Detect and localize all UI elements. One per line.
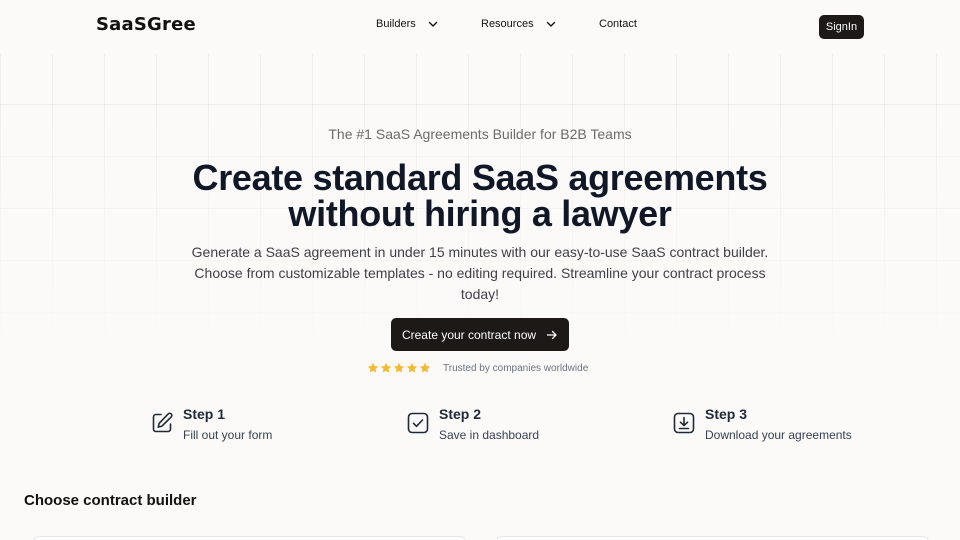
star-icon <box>406 362 418 373</box>
star-icon <box>393 362 405 373</box>
step-desc: Fill out your form <box>183 428 273 442</box>
hero-headline-line1: Create standard SaaS agreements <box>192 157 768 198</box>
builder-card[interactable] <box>33 536 466 540</box>
top-navbar: SaaSGree Builders Resources Contact Sign… <box>0 0 960 54</box>
hero-headline: Create standard SaaS agreements without … <box>0 160 960 232</box>
step-desc: Save in dashboard <box>439 428 540 442</box>
nav-item-resources[interactable]: Resources <box>481 18 556 30</box>
edit-icon <box>152 412 173 433</box>
check-square-icon <box>407 412 429 434</box>
step-3: Step 3 Download your agreements <box>672 405 852 443</box>
step-desc: Download your agreements <box>705 428 852 442</box>
star-icon <box>367 362 379 373</box>
download-icon <box>673 412 695 434</box>
builder-card[interactable] <box>496 536 929 540</box>
trust-text: Trusted by companies worldwide <box>443 362 589 374</box>
signin-button[interactable]: SignIn <box>819 15 864 39</box>
star-icon <box>380 362 392 373</box>
step-text: Step 1 Fill out your form <box>183 405 272 443</box>
nav-item-contact[interactable]: Contact <box>599 18 637 30</box>
chevron-down-icon <box>428 21 437 27</box>
step-1: Step 1 Fill out your form <box>150 405 272 443</box>
step-title: Step 2 <box>439 406 482 422</box>
create-contract-label: Create your contract now <box>401 327 537 342</box>
trust-row: Trusted by companies worldwide <box>367 362 588 374</box>
hero-subtitle: Generate a SaaS agreement in under 15 mi… <box>191 244 769 302</box>
hero-eyebrow: The #1 SaaS Agreements Builder for B2B T… <box>328 126 632 142</box>
nav-item-label: Builders <box>376 18 416 30</box>
hero-headline-line2: without hiring a lawyer <box>288 193 672 234</box>
chevron-down-icon <box>546 21 555 27</box>
nav-item-label: Resources <box>481 18 534 30</box>
nav-item-label: Contact <box>599 18 637 30</box>
step-text: Step 3 Download your agreements <box>705 405 852 443</box>
step-title: Step 1 <box>183 406 226 422</box>
star-icon <box>419 362 431 373</box>
section-title-choose-builder: Choose contract builder <box>24 492 197 509</box>
nav-links: Builders Resources Contact <box>0 18 960 38</box>
nav-item-builders[interactable]: Builders <box>376 18 438 30</box>
rating-stars <box>367 362 431 374</box>
create-contract-button[interactable]: Create your contract now <box>391 318 569 351</box>
step-title: Step 3 <box>705 406 748 422</box>
step-text: Step 2 Save in dashboard <box>439 405 539 443</box>
step-2: Step 2 Save in dashboard <box>406 405 539 443</box>
landing-page: SaaSGree Builders Resources Contact Sign… <box>0 0 960 540</box>
arrow-right-icon <box>546 330 557 339</box>
